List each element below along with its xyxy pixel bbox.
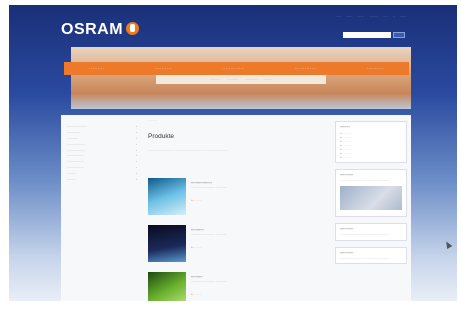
teaser-text: ························· ·············: [191, 232, 228, 236]
main-navigation: ········· ·········· ············· ·····…: [64, 62, 409, 75]
box-text: ·························· ·············…: [340, 178, 390, 182]
teaser-link[interactable]: » ·········: [191, 292, 202, 296]
teaser-link[interactable]: » ·········: [191, 245, 202, 249]
sidebar-item-label: ·················: [67, 159, 84, 164]
info-box: ············ ·························· …: [335, 222, 407, 241]
nav-item[interactable]: ·············: [222, 66, 244, 71]
box-title: ············: [340, 226, 354, 231]
hero-link[interactable]: ···········: [227, 77, 238, 81]
photo-frame: OSRAM ····· ······ ······· ········· ···…: [0, 0, 461, 309]
teaser-image[interactable]: [148, 178, 186, 215]
chevron-right-icon: ›: [136, 153, 137, 158]
mouse-cursor-icon: [443, 239, 453, 250]
hero-link[interactable]: ··········: [210, 77, 220, 81]
right-column: ········· » ········· » ········· » ····…: [335, 115, 407, 265]
teaser-text: ························· ·············: [191, 185, 228, 189]
bulb-icon: [126, 22, 140, 35]
teaser-item: ·········· ························· ···…: [148, 272, 326, 301]
nav-item[interactable]: ·········: [89, 66, 104, 71]
util-link[interactable]: ·····: [383, 14, 388, 18]
sidebar-item-label: ·········: [67, 176, 76, 181]
sidebar-item-label: ·········: [67, 171, 76, 176]
chevron-right-icon: ›: [136, 123, 137, 128]
hero-link[interactable]: ········: [264, 77, 272, 81]
logo-text: OSRAM: [61, 21, 124, 38]
teaser-text: ························· ·············: [191, 279, 228, 283]
content-area: ···················· › ············· › ···…: [61, 115, 411, 301]
sidebar-item-label: ·············: [67, 129, 80, 134]
chevron-right-icon: ›: [136, 147, 137, 152]
sidebar-item-label: ···········: [67, 135, 78, 140]
osram-logo[interactable]: OSRAM: [61, 21, 140, 39]
util-link[interactable]: ·······: [400, 14, 407, 18]
chevron-right-icon: ›: [136, 171, 137, 176]
chevron-right-icon: ›: [136, 141, 137, 146]
box-text: ·························· ·············…: [340, 255, 390, 260]
nav-item[interactable]: ··········: [155, 66, 172, 71]
box-title: ············: [340, 173, 354, 177]
chevron-right-icon: ›: [136, 176, 137, 181]
teaser-image[interactable]: [148, 225, 186, 262]
util-link[interactable]: ·······: [357, 14, 364, 18]
sidebar-item[interactable]: ········· ›: [61, 176, 141, 182]
page-title: Produkte: [148, 133, 175, 140]
sidebar-item-label: ····················: [67, 123, 87, 128]
box-link[interactable]: » ·········: [340, 155, 402, 159]
teaser-image[interactable]: [148, 272, 186, 301]
breadcrumb[interactable]: ··········: [148, 118, 326, 122]
chevron-right-icon: ›: [136, 165, 137, 170]
intro-text: ·························· ·············…: [148, 148, 228, 152]
box-title: ·········: [340, 125, 350, 129]
util-link[interactable]: ······: [346, 14, 352, 18]
utility-links: ····· ······ ······· ········· ····· ·· …: [336, 14, 407, 18]
nav-item[interactable]: ··········: [367, 66, 384, 71]
sidebar-item-label: ·················: [67, 153, 84, 158]
search-input[interactable]: [343, 32, 391, 38]
chevron-right-icon: ›: [136, 159, 137, 164]
main-column: ·········· Produkte ····················…: [148, 115, 326, 301]
util-link[interactable]: ··: [393, 14, 395, 18]
teaser-item: ··········· ························· ··…: [148, 225, 326, 265]
box-image[interactable]: [340, 185, 402, 210]
teaser-link[interactable]: » ·········: [191, 198, 202, 202]
info-box: ············ ·························· …: [335, 169, 407, 217]
sidebar-nav: ···················· › ············· › ···…: [61, 123, 141, 182]
site-header: OSRAM ····· ······ ······· ········· ···…: [9, 5, 457, 53]
sidebar-item-label: ··················: [67, 147, 85, 152]
info-box: ············ ·························· …: [335, 246, 407, 265]
browser-screen: OSRAM ····· ······ ······· ········· ···…: [9, 5, 457, 301]
sidebar-item-label: ··················: [67, 141, 85, 146]
hero-banner: ·········· ··········· ············ ····…: [71, 47, 411, 109]
nav-item[interactable]: ·············: [294, 66, 316, 71]
sidebar-item-label: ·················: [67, 165, 84, 170]
quick-links-box: ········· » ········· » ········· » ····…: [335, 121, 407, 163]
search-button[interactable]: [393, 32, 405, 38]
box-title: ············: [340, 250, 354, 255]
chevron-right-icon: ›: [136, 135, 137, 140]
chevron-right-icon: ›: [136, 129, 137, 134]
teaser-item: ·················· ·····················…: [148, 178, 326, 218]
util-link[interactable]: ·····: [336, 14, 341, 18]
util-link[interactable]: ·········: [369, 14, 378, 18]
box-text: ·························· ·············…: [340, 231, 390, 236]
hero-link[interactable]: ············: [245, 77, 257, 81]
